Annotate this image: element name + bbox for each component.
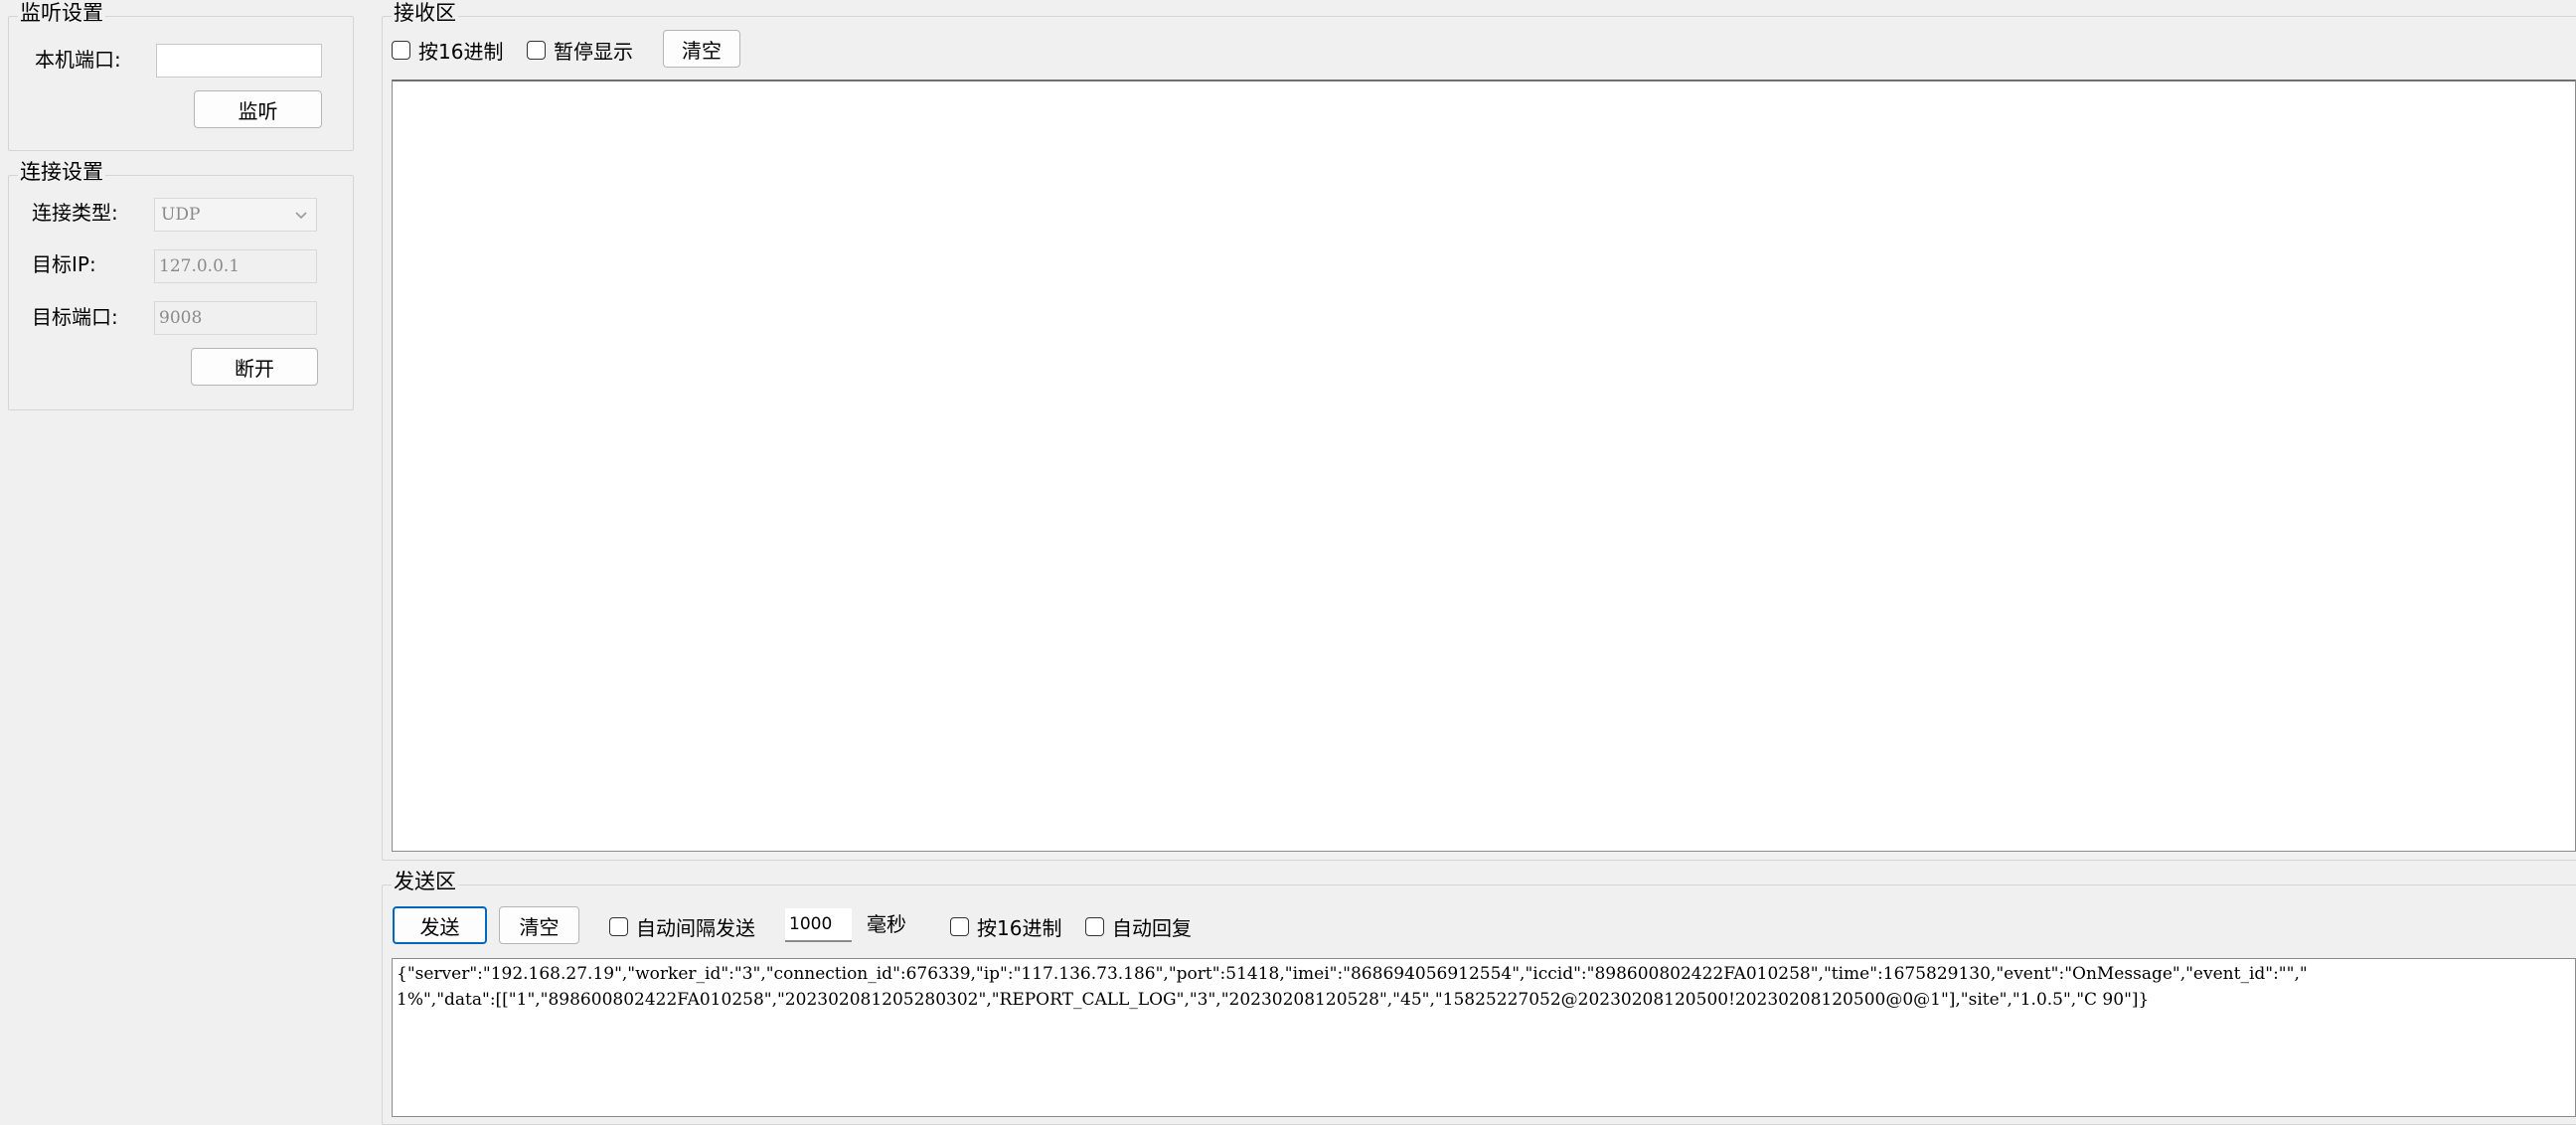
chevron-down-icon xyxy=(295,212,307,220)
auto-reply-checkbox[interactable]: 自动回复 xyxy=(1085,912,1192,941)
receive-title: 接收区 xyxy=(392,0,458,26)
pause-display-checkbox[interactable]: 暂停显示 xyxy=(527,36,633,65)
receive-hex-checkbox-box[interactable] xyxy=(392,41,410,60)
local-port-label: 本机端口: xyxy=(35,48,121,72)
send-textarea[interactable]: {"server":"192.168.27.19","worker_id":"3… xyxy=(392,958,2576,1117)
send-content-line-2: 1%","data":[["1","898600802422FA010258",… xyxy=(397,990,2150,1010)
receive-clear-button[interactable]: 清空 xyxy=(663,30,740,68)
connection-settings-title: 连接设置 xyxy=(18,159,105,185)
send-button[interactable]: 发送 xyxy=(393,906,487,944)
interval-input[interactable]: 1000 xyxy=(785,908,852,942)
receive-textarea[interactable] xyxy=(392,80,2576,852)
send-hex-label: 按16进制 xyxy=(977,916,1062,940)
auto-reply-label: 自动回复 xyxy=(1112,916,1192,940)
pause-display-checkbox-box[interactable] xyxy=(527,41,546,60)
listen-settings-group xyxy=(8,16,354,151)
receive-hex-checkbox[interactable]: 按16进制 xyxy=(392,36,503,65)
pause-display-label: 暂停显示 xyxy=(554,40,633,64)
send-content-line-1: {"server":"192.168.27.19","worker_id":"3… xyxy=(397,964,2308,984)
send-clear-button[interactable]: 清空 xyxy=(499,906,579,944)
send-hex-checkbox-box[interactable] xyxy=(950,917,969,936)
target-port-label: 目标端口: xyxy=(32,305,118,329)
auto-interval-checkbox-box[interactable] xyxy=(609,917,628,936)
auto-reply-checkbox-box[interactable] xyxy=(1085,917,1104,936)
connection-type-value: UDP xyxy=(161,205,201,225)
connection-type-label: 连接类型: xyxy=(32,201,118,225)
target-ip-label: 目标IP: xyxy=(32,252,96,276)
send-hex-checkbox[interactable]: 按16进制 xyxy=(950,912,1061,941)
listen-settings-title: 监听设置 xyxy=(18,0,105,26)
local-port-input[interactable] xyxy=(156,44,322,78)
send-title: 发送区 xyxy=(392,869,458,894)
disconnect-button[interactable]: 断开 xyxy=(191,348,318,386)
target-ip-input[interactable]: 127.0.0.1 xyxy=(154,249,317,283)
connection-type-select[interactable]: UDP xyxy=(154,198,317,232)
receive-hex-label: 按16进制 xyxy=(418,40,504,64)
interval-unit-label: 毫秒 xyxy=(867,912,906,936)
target-port-input[interactable]: 9008 xyxy=(154,301,317,335)
listen-button[interactable]: 监听 xyxy=(194,90,322,128)
auto-interval-checkbox[interactable]: 自动间隔发送 xyxy=(609,912,755,941)
auto-interval-label: 自动间隔发送 xyxy=(636,916,755,940)
